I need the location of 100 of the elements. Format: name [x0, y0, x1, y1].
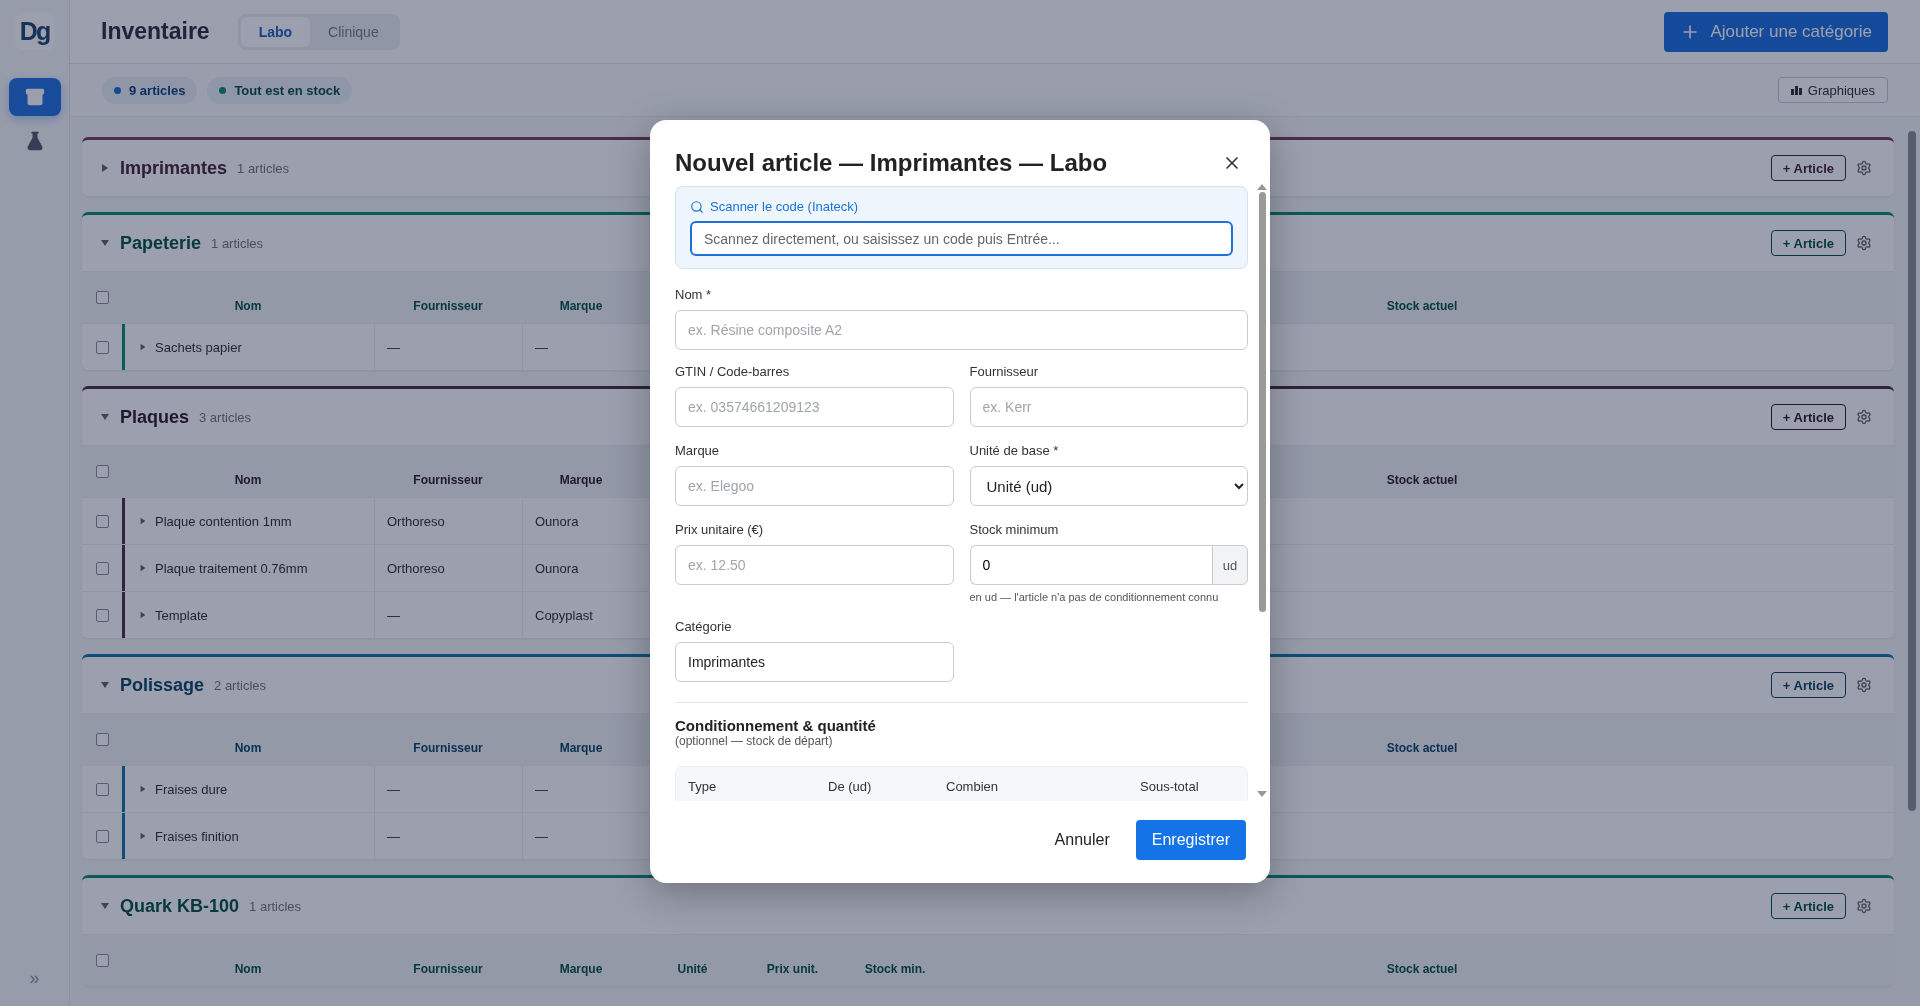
- row-checkbox[interactable]: [95, 340, 109, 354]
- input-field[interactable]: ex. Résine composite A2: [675, 310, 1248, 350]
- section-subtitle: (optionnel — stock de départ): [675, 734, 834, 748]
- add-article-button[interactable]: + Article: [1770, 155, 1846, 181]
- save-button[interactable]: Enregistrer: [1135, 820, 1246, 860]
- table-cell: Orthoreso: [387, 513, 445, 529]
- charts-button[interactable]: Graphiques: [1777, 77, 1888, 103]
- caret-icon[interactable]: [139, 611, 147, 619]
- settings-icon[interactable]: [1856, 409, 1872, 425]
- caret-icon[interactable]: [139, 832, 147, 840]
- select-all-checkbox[interactable]: [95, 465, 109, 478]
- add-article-button[interactable]: + Article: [1770, 893, 1846, 919]
- row-checkbox[interactable]: [95, 608, 109, 622]
- field-label: Unité de base *: [969, 443, 1060, 458]
- table-cell: —: [535, 828, 548, 844]
- settings-icon[interactable]: [1856, 235, 1872, 251]
- chip-label: 9 articles: [129, 82, 186, 98]
- add-article-button[interactable]: + Article: [1770, 672, 1846, 698]
- input-field[interactable]: Imprimantes: [675, 642, 954, 682]
- select-all-checkbox[interactable]: [95, 954, 109, 967]
- input-field[interactable]: 0: [969, 545, 1212, 585]
- field-label: Nom *: [675, 287, 713, 302]
- item-name: Template: [155, 607, 208, 623]
- column-header: Type: [688, 779, 718, 794]
- column-header: Sous-total: [1140, 779, 1200, 794]
- table-cell: —: [387, 828, 400, 844]
- column-header: Fournisseur: [413, 299, 483, 315]
- table-cell: —: [535, 339, 548, 355]
- sidebar-item[interactable]: [8, 78, 61, 116]
- row-checkbox[interactable]: [95, 561, 109, 575]
- caret-icon[interactable]: [139, 785, 147, 793]
- input-field[interactable]: ex. Elegoo: [675, 466, 954, 506]
- field-label: Catégorie: [675, 619, 733, 634]
- scrollbar[interactable]: [1908, 131, 1916, 811]
- caret-icon[interactable]: [100, 412, 110, 422]
- add-article-button[interactable]: + Article: [1770, 404, 1846, 430]
- scroll-down-icon[interactable]: [1257, 791, 1267, 797]
- caret-icon[interactable]: [139, 343, 147, 351]
- section-title: Conditionnement & quantité: [675, 717, 877, 734]
- column-header: Prix unit.: [766, 962, 819, 978]
- select-all-checkbox[interactable]: [95, 733, 109, 746]
- search-icon: [690, 199, 704, 214]
- settings-icon[interactable]: [1856, 677, 1872, 693]
- item-name: Plaque traitement 0.76mm: [155, 560, 308, 576]
- category-name: Polissage: [120, 674, 205, 696]
- item-name: Sachets papier: [155, 339, 242, 355]
- column-header: Fournisseur: [413, 962, 483, 978]
- column-header: Marque: [559, 299, 603, 315]
- caret-icon[interactable]: [139, 517, 147, 525]
- chip-label: Tout est en stock: [234, 82, 341, 98]
- caret-icon[interactable]: [100, 238, 110, 248]
- field-label: Fournisseur: [969, 364, 1040, 379]
- scrollbar[interactable]: [1258, 192, 1266, 612]
- table-cell: —: [387, 607, 400, 623]
- column-header: Nom: [234, 962, 262, 978]
- scan-input-field[interactable]: Scannez directement, ou saisissez un code puis Entrée...: [690, 221, 1233, 256]
- column-header: Nom: [234, 299, 262, 315]
- help-text: en ud — l'article n'a pas de conditionnement connu: [969, 591, 1220, 603]
- table-cell: —: [387, 339, 400, 355]
- table-cell: —: [535, 781, 548, 797]
- archive-icon: [24, 87, 45, 107]
- logo: Dg: [14, 12, 55, 50]
- row-checkbox[interactable]: [95, 514, 109, 528]
- tab[interactable]: Labo: [240, 16, 311, 47]
- cancel-button[interactable]: Annuler: [1048, 830, 1116, 850]
- settings-icon[interactable]: [1856, 898, 1872, 914]
- column-header: Stock actuel: [1386, 473, 1458, 489]
- item-name: Fraises dure: [155, 781, 228, 797]
- caret-icon[interactable]: [100, 901, 110, 911]
- select-all-checkbox[interactable]: [95, 291, 109, 304]
- table-cell: Ounora: [535, 560, 579, 576]
- caret-icon[interactable]: [100, 680, 110, 690]
- category-name: Quark KB-100: [120, 895, 240, 917]
- field-label: GTIN / Code-barres: [675, 364, 791, 379]
- column-header: Marque: [559, 741, 603, 757]
- field-label: Stock minimum: [969, 522, 1060, 537]
- field-label: Marque: [675, 443, 721, 458]
- column-header: Combien: [946, 779, 1000, 794]
- article-count: 2 articles: [214, 677, 267, 693]
- settings-icon[interactable]: [1856, 160, 1872, 176]
- column-header: Marque: [559, 962, 603, 978]
- caret-icon[interactable]: [100, 163, 110, 173]
- article-count: 1 articles: [237, 160, 290, 176]
- caret-icon[interactable]: [139, 564, 147, 572]
- row-checkbox[interactable]: [95, 782, 109, 796]
- row-checkbox[interactable]: [95, 829, 109, 843]
- category-name: Plaques: [120, 406, 190, 428]
- input-field[interactable]: ex. Kerr: [969, 387, 1248, 427]
- add-article-button[interactable]: + Article: [1770, 230, 1846, 256]
- input-field[interactable]: ex. 12.50: [675, 545, 954, 585]
- column-header: Unité: [677, 962, 708, 978]
- page-title: Inventaire: [101, 18, 210, 45]
- unit-select[interactable]: Unité (ud): [969, 466, 1248, 506]
- category-name: Imprimantes: [120, 157, 228, 179]
- field-label: Prix unitaire (€): [675, 522, 765, 537]
- category-name: Papeterie: [120, 232, 202, 254]
- column-header: Fournisseur: [413, 473, 483, 489]
- add-category-button[interactable]: Ajouter une catégorie: [1664, 11, 1888, 52]
- input-field[interactable]: ex. 03574661209123: [675, 387, 954, 427]
- column-header: Marque: [559, 473, 603, 489]
